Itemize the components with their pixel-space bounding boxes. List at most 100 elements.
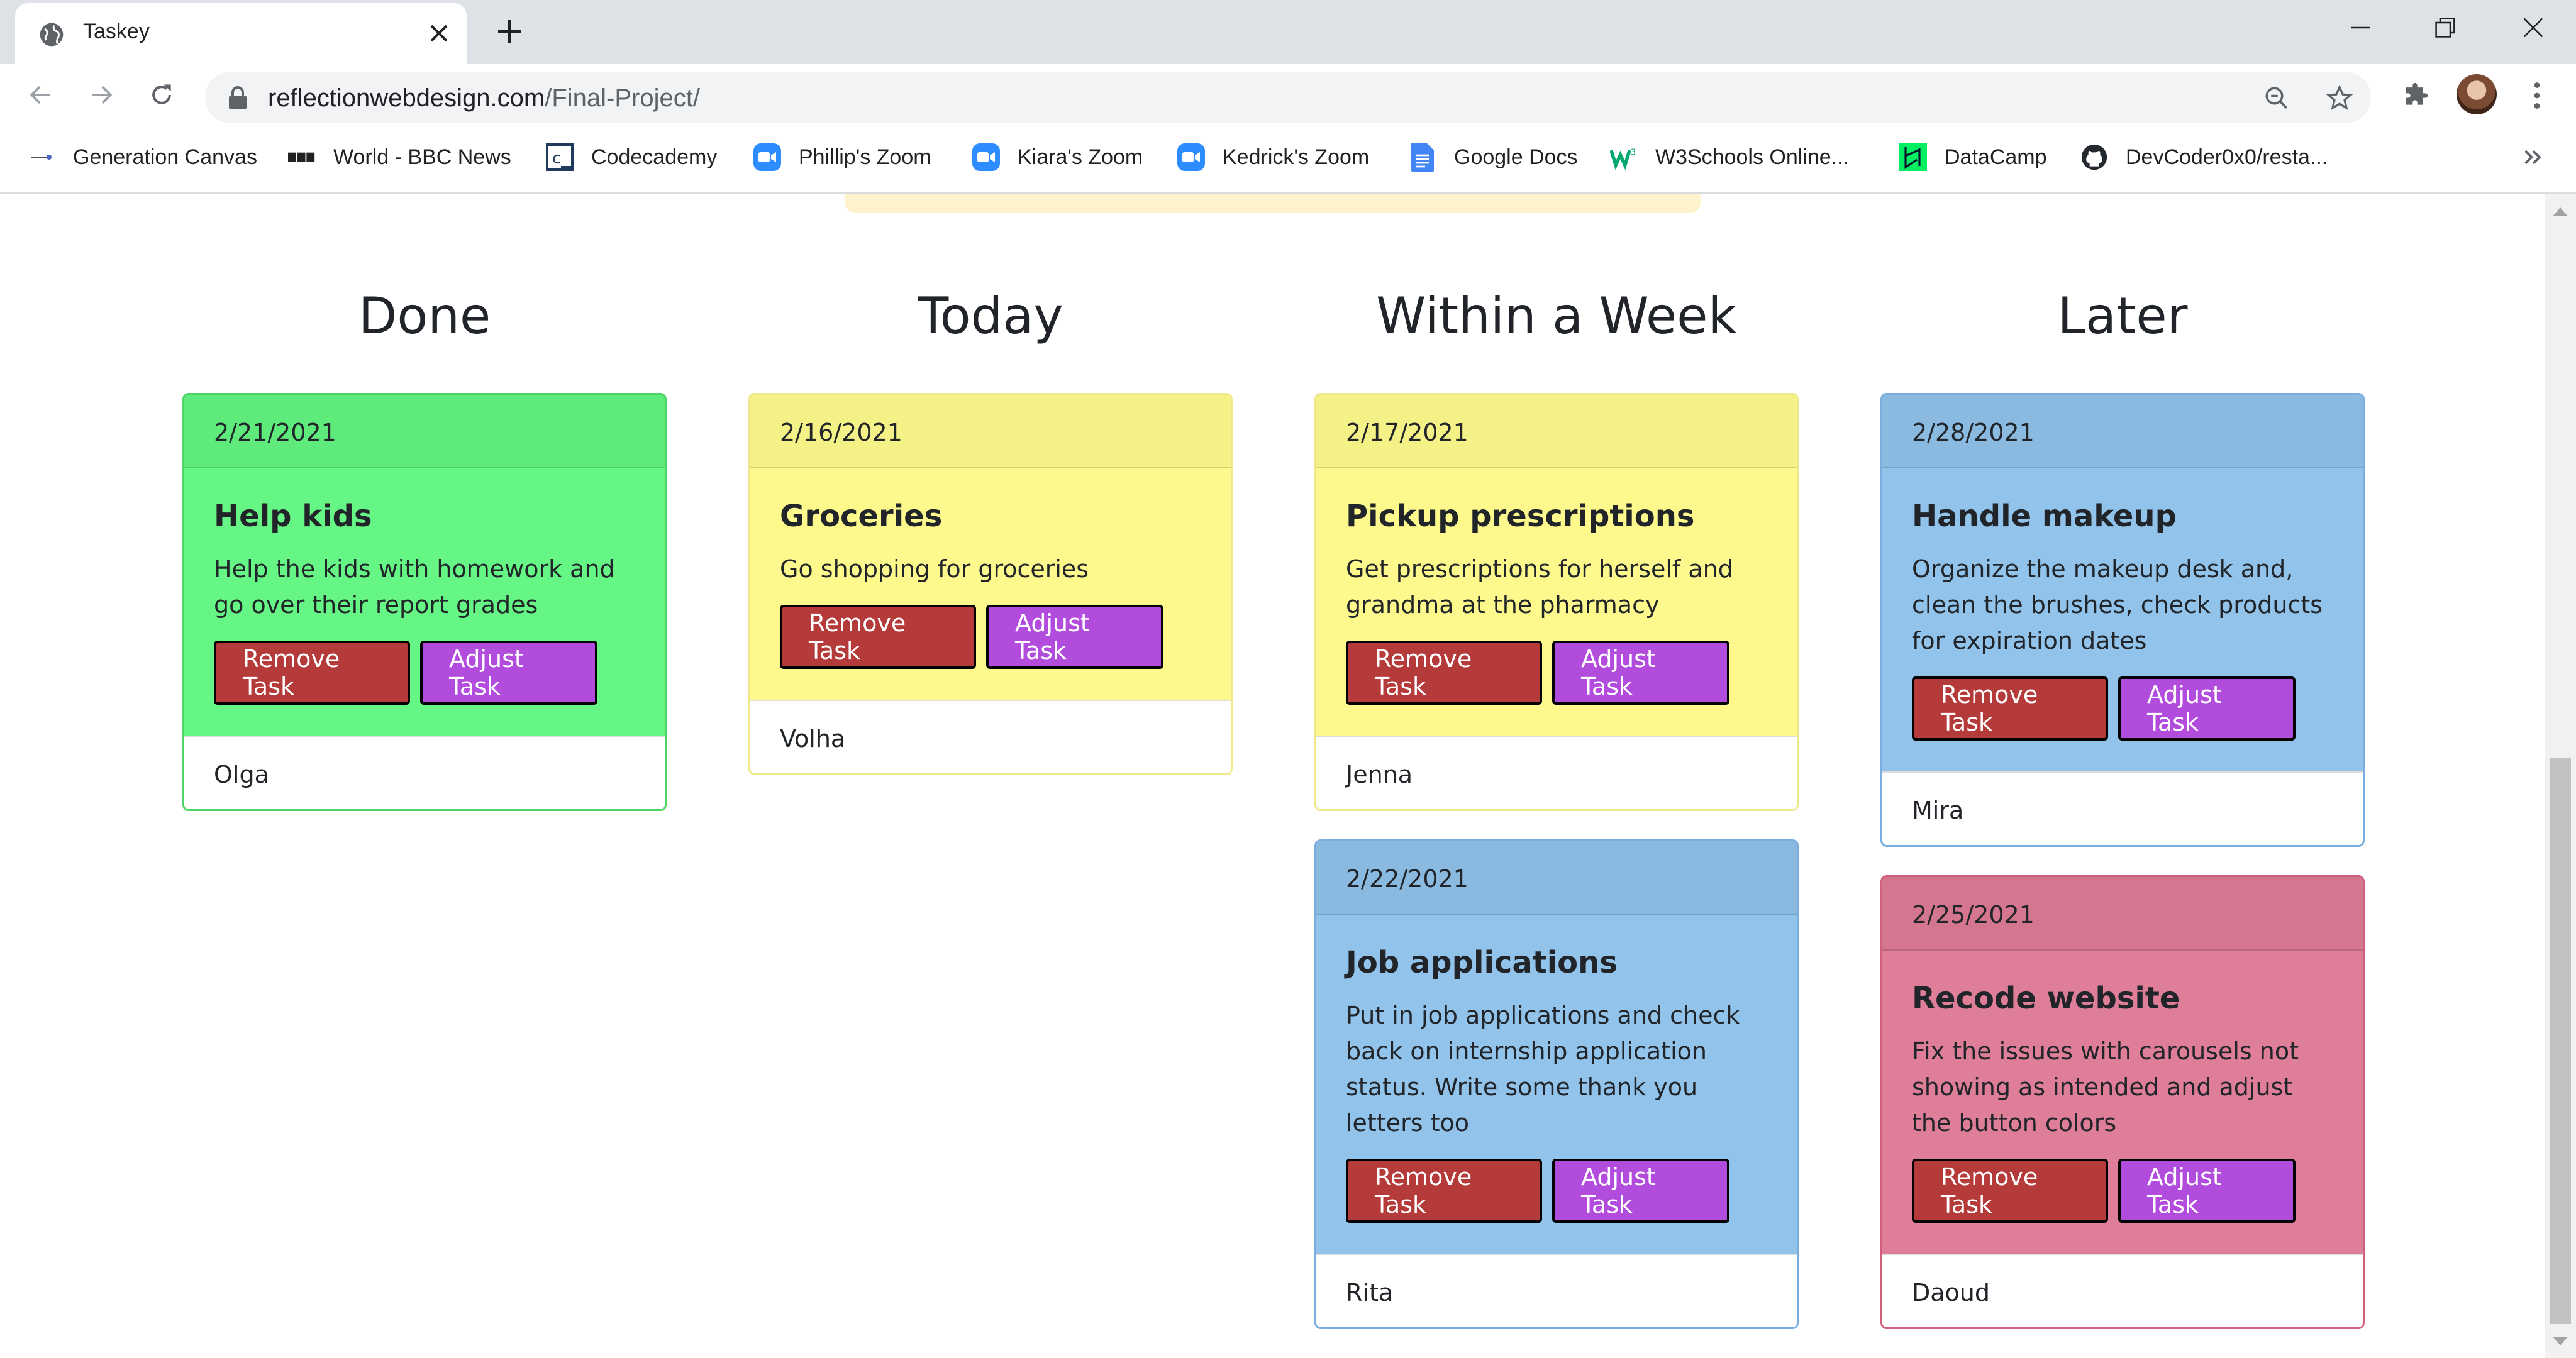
- bookmark-google-docs[interactable]: Google Docs: [1409, 141, 1578, 174]
- task-card: 2/17/2021 Pickup prescriptions Get presc…: [1314, 393, 1799, 811]
- bookmark-label: DevCoder0x0/resta...: [2126, 145, 2328, 169]
- minimize-icon[interactable]: [2336, 9, 2386, 47]
- remove-task-button[interactable]: Remove Task: [1346, 641, 1542, 705]
- adjust-task-button[interactable]: Adjust Task: [986, 605, 1163, 669]
- task-card: 2/22/2021 Job applications Put in job ap…: [1314, 839, 1799, 1329]
- adjust-task-button[interactable]: Adjust Task: [2118, 1159, 2296, 1223]
- card-title: Pickup prescriptions: [1346, 499, 1695, 534]
- browser-tab[interactable]: Taskey: [15, 3, 467, 64]
- card-body: Groceries Go shopping for groceries Remo…: [750, 468, 1231, 700]
- card-date: 2/25/2021: [1882, 877, 2363, 951]
- bookmark-bbc-news[interactable]: World - BBC News: [288, 141, 511, 174]
- card-date: 2/28/2021: [1882, 395, 2363, 468]
- bookmark-w3schools[interactable]: 3 W3Schools Online...: [1610, 141, 1849, 174]
- remove-task-button[interactable]: Remove Task: [1912, 1159, 2108, 1223]
- card-title: Job applications: [1346, 945, 1618, 980]
- remove-task-button[interactable]: Remove Task: [1912, 676, 2108, 741]
- restore-icon[interactable]: [2420, 9, 2470, 47]
- card-title: Help kids: [214, 499, 372, 534]
- card-description: Help the kids with homework and go over …: [214, 555, 615, 619]
- bookmark-phillips-zoom[interactable]: Phillip's Zoom: [753, 141, 931, 174]
- card-body: Recode website Fix the issues with carou…: [1882, 951, 2363, 1254]
- card-owner: Jenna: [1316, 736, 1797, 809]
- card-owner: Mira: [1882, 771, 2363, 845]
- card-body: Pickup prescriptions Get prescriptions f…: [1316, 468, 1797, 736]
- card-description: Put in job applications and check back o…: [1346, 1002, 1740, 1137]
- zoom-icon: [972, 143, 1000, 171]
- bookmark-codecademy[interactable]: c Codecademy: [546, 141, 717, 174]
- task-card: 2/25/2021 Recode website Fix the issues …: [1880, 875, 2365, 1329]
- column-title: Within a Week: [1376, 287, 1737, 345]
- google-docs-icon: [1409, 143, 1436, 172]
- card-body: Job applications Put in job applications…: [1316, 915, 1797, 1254]
- adjust-task-button[interactable]: Adjust Task: [1552, 1159, 1729, 1223]
- adjust-task-button[interactable]: Adjust Task: [1552, 641, 1729, 705]
- scroll-up-arrow[interactable]: [2553, 207, 2568, 216]
- bookmark-generation-canvas[interactable]: Generation Canvas: [28, 141, 257, 174]
- profile-avatar[interactable]: [2457, 74, 2497, 114]
- bookmarks-bar: Generation Canvas World - BBC News c Cod…: [0, 124, 2576, 194]
- page-viewport: Done 2/21/2021 Help kids Help the kids w…: [0, 194, 2545, 1358]
- card-description: Go shopping for groceries: [780, 555, 1089, 583]
- url-text[interactable]: reflectionwebdesign.com/Final-Project/: [268, 84, 700, 113]
- canvas-icon: [28, 143, 55, 171]
- task-card: 2/16/2021 Groceries Go shopping for groc…: [748, 393, 1233, 775]
- close-window-icon[interactable]: [2508, 9, 2558, 47]
- remove-task-button[interactable]: Remove Task: [214, 641, 410, 705]
- new-tab-icon[interactable]: [492, 14, 527, 49]
- card-body: Handle makeup Organize the makeup desk a…: [1882, 468, 2363, 771]
- menu-kebab-icon[interactable]: [2519, 78, 2555, 113]
- card-description: Organize the makeup desk and, clean the …: [1912, 555, 2323, 654]
- bookmark-github[interactable]: DevCoder0x0/resta...: [2080, 141, 2328, 174]
- globe-icon: [38, 21, 65, 48]
- task-card: 2/21/2021 Help kids Help the kids with h…: [182, 393, 667, 811]
- card-date: 2/16/2021: [750, 395, 1231, 468]
- card-title: Recode website: [1912, 981, 2180, 1016]
- card-date: 2/22/2021: [1316, 841, 1797, 915]
- card-owner: Volha: [750, 700, 1231, 773]
- column-title: Today: [918, 287, 1063, 345]
- bookmark-label: W3Schools Online...: [1655, 145, 1850, 169]
- adjust-task-button[interactable]: Adjust Task: [2118, 676, 2296, 741]
- extensions-icon[interactable]: [2397, 78, 2433, 113]
- bookmark-label: Kiara's Zoom: [1018, 145, 1143, 169]
- scroll-down-arrow[interactable]: [2553, 1337, 2568, 1345]
- bookmark-label: Kedrick's Zoom: [1223, 145, 1370, 169]
- column-title: Later: [2057, 287, 2188, 345]
- card-body: Help kids Help the kids with homework an…: [184, 468, 665, 736]
- vertical-scrollbar[interactable]: [2545, 194, 2576, 1358]
- remove-task-button[interactable]: Remove Task: [780, 605, 976, 669]
- zoom-icon: [1177, 143, 1205, 171]
- close-tab-icon[interactable]: [424, 18, 454, 48]
- github-icon: [2080, 143, 2108, 171]
- address-bar[interactable]: reflectionwebdesign.com/Final-Project/: [205, 72, 2371, 123]
- reload-icon[interactable]: [145, 78, 179, 112]
- card-description: Get prescriptions for herself and grandm…: [1346, 555, 1733, 619]
- bookmark-star-icon[interactable]: [2324, 83, 2355, 113]
- tab-strip: Taskey: [0, 0, 2576, 64]
- adjust-task-button[interactable]: Adjust Task: [420, 641, 597, 705]
- task-card: 2/28/2021 Handle makeup Organize the mak…: [1880, 393, 2365, 847]
- datacamp-icon: [1899, 143, 1927, 171]
- card-description: Fix the issues with carousels not showin…: [1912, 1037, 2299, 1137]
- bookmark-label: World - BBC News: [333, 145, 511, 169]
- back-icon[interactable]: [24, 78, 58, 112]
- bookmark-label: Phillip's Zoom: [799, 145, 931, 169]
- bookmark-datacamp[interactable]: DataCamp: [1899, 141, 2047, 174]
- zoom-magnifier-icon[interactable]: [2262, 83, 2292, 113]
- codecademy-icon: c: [546, 143, 574, 171]
- bookmarks-overflow-icon[interactable]: [2518, 142, 2548, 172]
- card-title: Groceries: [780, 499, 943, 534]
- bookmark-label: Google Docs: [1454, 145, 1578, 169]
- bookmark-label: DataCamp: [1945, 145, 2047, 169]
- scrollbar-thumb[interactable]: [2550, 758, 2571, 1324]
- card-owner: Rita: [1316, 1254, 1797, 1327]
- bbc-icon: [288, 143, 316, 171]
- card-date: 2/21/2021: [184, 395, 665, 468]
- banner-bottom-edge: [845, 194, 1701, 213]
- remove-task-button[interactable]: Remove Task: [1346, 1159, 1542, 1223]
- forward-icon[interactable]: [84, 78, 118, 112]
- lock-icon[interactable]: [226, 86, 249, 111]
- bookmark-kiaras-zoom[interactable]: Kiara's Zoom: [972, 141, 1143, 174]
- bookmark-kedricks-zoom[interactable]: Kedrick's Zoom: [1177, 141, 1369, 174]
